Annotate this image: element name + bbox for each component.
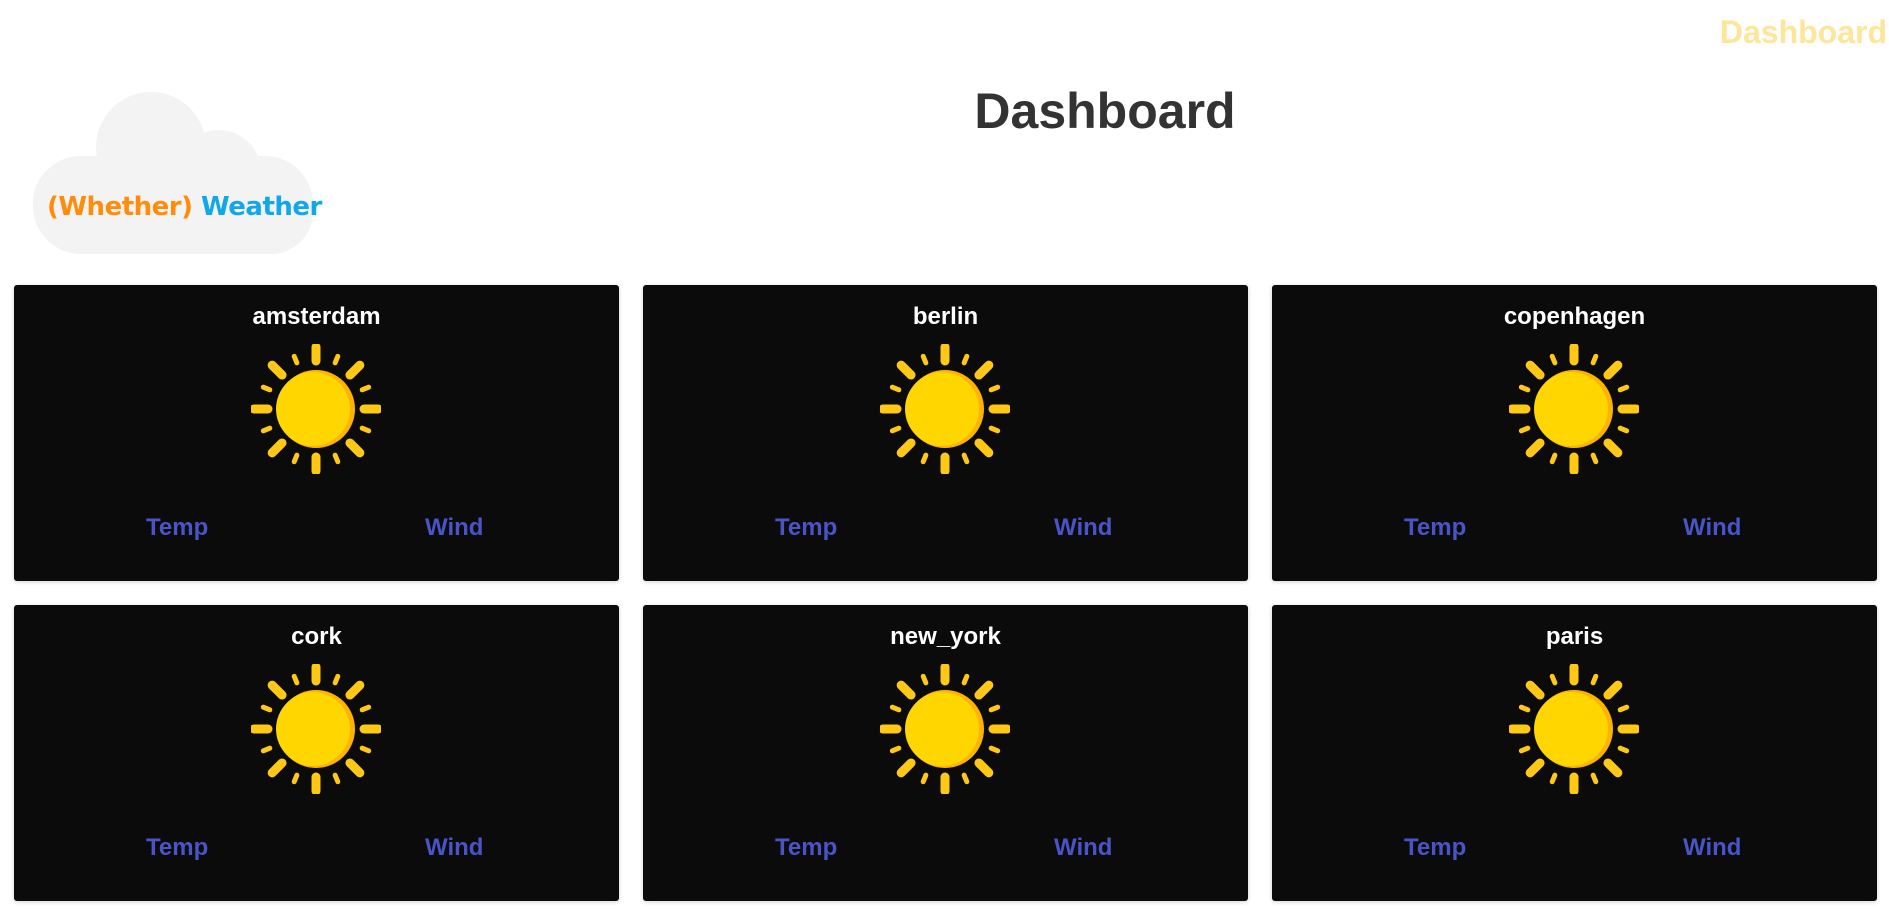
city-card-grid: amsterdam Temp Wind berlin Temp Wind cop… [14, 285, 1877, 901]
temp-link[interactable]: Temp [1404, 834, 1466, 862]
city-card[interactable]: new_york Temp Wind [643, 605, 1248, 901]
wind-link[interactable]: Wind [1683, 834, 1741, 862]
sun-icon [1509, 344, 1639, 474]
temp-link[interactable]: Temp [775, 514, 837, 542]
city-card[interactable]: cork Temp Wind [14, 605, 619, 901]
city-name: new_york [890, 623, 1001, 650]
city-card[interactable]: copenhagen Temp Wind [1272, 285, 1877, 581]
temp-link[interactable]: Temp [1404, 514, 1466, 542]
page-title: Dashboard [974, 83, 1236, 139]
city-name: copenhagen [1503, 303, 1646, 330]
sun-icon [251, 344, 381, 474]
wind-link[interactable]: Wind [1683, 514, 1741, 542]
sun-icon [1509, 664, 1639, 794]
city-card[interactable]: amsterdam Temp Wind [14, 285, 619, 581]
city-card[interactable]: berlin Temp Wind [643, 285, 1248, 581]
city-name: cork [291, 623, 342, 650]
page: Dashboard (Whether) Weather Dashboard am… [0, 0, 1889, 909]
city-name: berlin [912, 303, 979, 330]
sun-icon [880, 344, 1010, 474]
temp-link[interactable]: Temp [775, 834, 837, 862]
logo-text-whether: (Whether) [47, 192, 193, 222]
logo-text-weather: Weather [201, 192, 322, 222]
wind-link[interactable]: Wind [425, 514, 483, 542]
city-card[interactable]: paris Temp Wind [1272, 605, 1877, 901]
sun-icon [251, 664, 381, 794]
nav-dashboard-link[interactable]: Dashboard [1720, 14, 1887, 51]
wind-link[interactable]: Wind [1054, 834, 1112, 862]
temp-link[interactable]: Temp [146, 514, 208, 542]
city-name: paris [1545, 623, 1604, 650]
wind-link[interactable]: Wind [425, 834, 483, 862]
city-name: amsterdam [252, 303, 381, 330]
wind-link[interactable]: Wind [1054, 514, 1112, 542]
logo-text: (Whether) Weather [47, 192, 322, 222]
sun-icon [880, 664, 1010, 794]
temp-link[interactable]: Temp [146, 834, 208, 862]
